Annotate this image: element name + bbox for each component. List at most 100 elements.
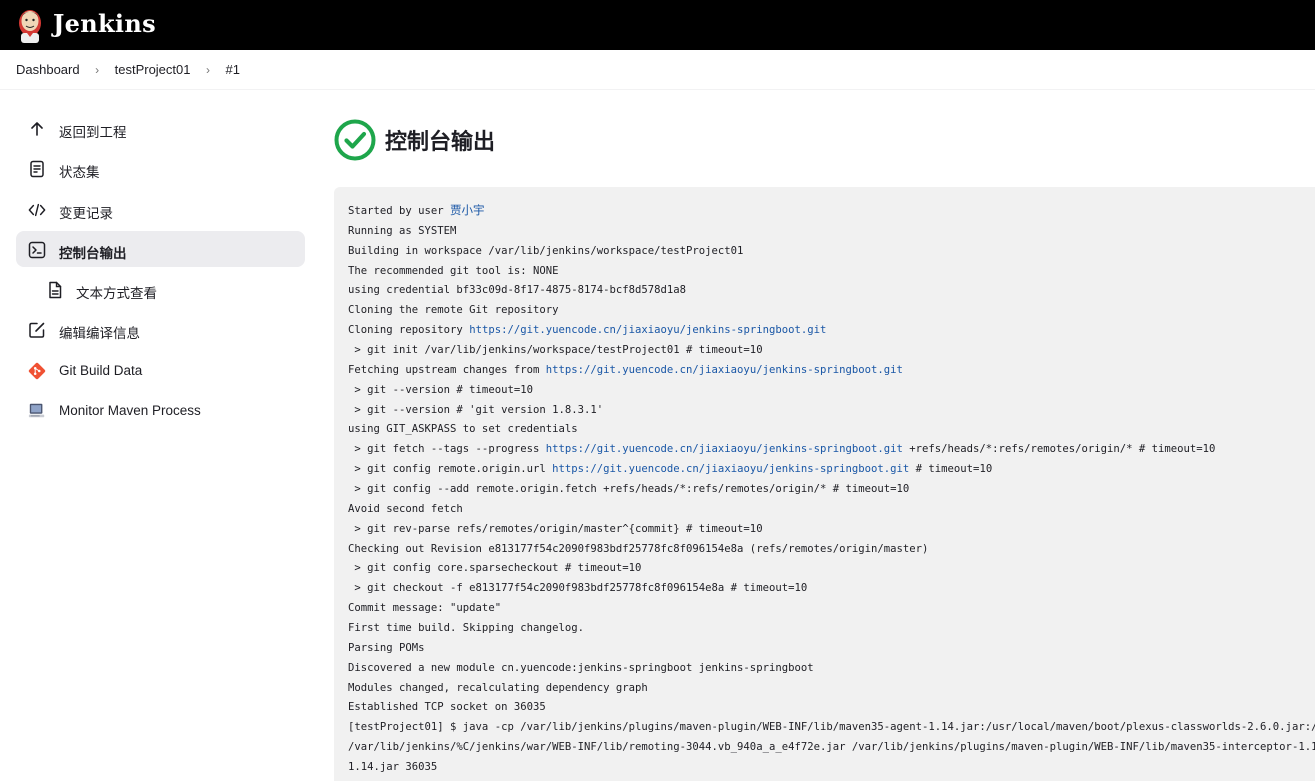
console-text: [testProject01] $ java -cp /var/lib/jenk…	[348, 721, 1315, 734]
sidebar-item-console-output[interactable]: 控制台输出	[16, 230, 305, 267]
console-text: > git fetch --tags --progress	[348, 443, 546, 456]
console-line: Building in workspace /var/lib/jenkins/w…	[348, 242, 1315, 262]
sidebar-item-view-as-plain-text[interactable]: 文本方式查看	[16, 271, 305, 307]
document-icon	[28, 160, 46, 178]
sidebar-item-label: 文本方式查看	[76, 286, 157, 302]
sidebar-item-status[interactable]: 状态集	[16, 150, 305, 186]
sidebar-item-monitor-maven-process[interactable]: Monitor Maven Process	[16, 392, 305, 428]
console-line: [testProject01] $ java -cp /var/lib/jenk…	[348, 718, 1315, 738]
console-text: > git --version # timeout=10	[348, 383, 533, 396]
sidebar-item-back-to-project[interactable]: 返回到工程	[16, 110, 305, 146]
sidebar-item-label: Git Build Data	[59, 362, 143, 378]
console-text: Checking out Revision e813177f54c2090f98…	[348, 542, 929, 555]
console-text: Modules changed, recalculating dependenc…	[348, 681, 648, 694]
success-check-icon	[334, 119, 376, 161]
console-line: > git config remote.origin.url https://g…	[348, 460, 1315, 480]
console-line: > git rev-parse refs/remotes/origin/mast…	[348, 520, 1315, 540]
page-title: 控制台输出	[385, 129, 496, 154]
console-line: First time build. Skipping changelog.	[348, 619, 1315, 639]
console-text: Cloning repository	[348, 324, 470, 337]
sidebar: 返回到工程 状态集 变更记录 控制台输出 文本方式查看 编辑编译信息 Git B…	[16, 110, 305, 432]
console-text: using GIT_ASKPASS to set credentials	[348, 423, 578, 436]
console-line: Modules changed, recalculating dependenc…	[348, 679, 1315, 699]
console-text: Started by user	[348, 205, 451, 217]
console-text: Fetching upstream changes from	[348, 363, 546, 376]
console-text: > git rev-parse refs/remotes/origin/mast…	[348, 522, 763, 535]
console-line: Fetching upstream changes from https://g…	[348, 361, 1315, 381]
console-line: Started by user 贾小宇	[348, 201, 1315, 222]
repository-link[interactable]: https://git.yuencode.cn/jiaxiaoyu/jenkin…	[469, 324, 826, 336]
console-line: The recommended git tool is: NONE	[348, 262, 1315, 282]
console-text: > git --version # 'git version 1.8.3.1'	[348, 403, 604, 416]
page-heading: 控制台输出	[334, 119, 496, 161]
console-text: > git init /var/lib/jenkins/workspace/te…	[348, 344, 763, 357]
console-text: > git config remote.origin.url	[348, 463, 553, 476]
breadcrumb-build[interactable]: #1	[225, 62, 239, 77]
jenkins-logo-icon[interactable]	[16, 7, 44, 43]
repository-link[interactable]: https://git.yuencode.cn/jiaxiaoyu/jenkin…	[546, 364, 903, 376]
file-text-icon	[46, 281, 64, 299]
edit-icon	[28, 321, 46, 339]
sidebar-item-changes[interactable]: 变更记录	[16, 191, 305, 227]
console-line: Discovered a new module cn.yuencode:jenk…	[348, 659, 1315, 679]
console-text: > git config --add remote.origin.fetch +…	[348, 483, 910, 496]
console-text: Cloning the remote Git repository	[348, 304, 559, 317]
sidebar-item-label: 变更记录	[59, 205, 113, 221]
console-text: # timeout=10	[909, 463, 993, 476]
console-line: > git checkout -f e813177f54c2090f983bdf…	[348, 579, 1315, 599]
console-line: > git --version # 'git version 1.8.3.1'	[348, 401, 1315, 421]
console-text: Running as SYSTEM	[348, 224, 457, 237]
console-line: > git config core.sparsecheckout # timeo…	[348, 559, 1315, 579]
console-text: > git checkout -f e813177f54c2090f983bdf…	[348, 582, 808, 595]
breadcrumb-dashboard[interactable]: Dashboard	[16, 62, 80, 77]
console-text: Parsing POMs	[348, 641, 425, 654]
console-text: > git config core.sparsecheckout # timeo…	[348, 562, 642, 575]
breadcrumb-separator-icon: ›	[205, 62, 210, 77]
console-line: Running as SYSTEM	[348, 222, 1315, 242]
console-text: The recommended git tool is: NONE	[348, 264, 559, 277]
console-line: 1.14.jar 36035	[348, 758, 1315, 778]
console-text: First time build. Skipping changelog.	[348, 622, 584, 635]
console-line: > git fetch --tags --progress https://gi…	[348, 440, 1315, 460]
repository-link[interactable]: https://git.yuencode.cn/jiaxiaoyu/jenkin…	[546, 443, 903, 455]
breadcrumb: Dashboard › testProject01 › #1	[0, 50, 1315, 90]
console-text: 1.14.jar 36035	[348, 761, 438, 774]
sidebar-item-edit-build-info[interactable]: 编辑编译信息	[16, 311, 305, 347]
repository-link[interactable]: https://git.yuencode.cn/jiaxiaoyu/jenkin…	[552, 463, 909, 475]
console-line: Established TCP socket on 36035	[348, 698, 1315, 718]
breadcrumb-project[interactable]: testProject01	[115, 62, 191, 77]
console-output: Started by user 贾小宇 Running as SYSTEM Buil…	[334, 187, 1315, 781]
console-line: using credential bf33c09d-8f17-4875-8174…	[348, 281, 1315, 301]
console-line: /var/lib/jenkins/%C/jenkins/war/WEB-INF/…	[348, 738, 1315, 758]
console-text: Building in workspace /var/lib/jenkins/w…	[348, 244, 744, 257]
sidebar-item-label: 控制台输出	[59, 245, 127, 261]
console-text: Discovered a new module cn.yuencode:jenk…	[348, 661, 814, 674]
console-text: Commit message: "update"	[348, 602, 502, 615]
console-line: Avoid second fetch	[348, 500, 1315, 520]
console-line: Commit message: "update"	[348, 599, 1315, 619]
sidebar-item-label: 状态集	[59, 165, 100, 181]
console-line: > git config --add remote.origin.fetch +…	[348, 480, 1315, 500]
console-line: Cloning the remote Git repository	[348, 301, 1315, 321]
console-line: Parsing POMs	[348, 639, 1315, 659]
sidebar-item-label: 返回到工程	[59, 125, 127, 140]
console-text: Established TCP socket on 36035	[348, 701, 546, 714]
breadcrumb-separator-icon: ›	[95, 62, 100, 77]
console-line: using GIT_ASKPASS to set credentials	[348, 420, 1315, 440]
sidebar-item-git-build-data[interactable]: Git Build Data	[16, 352, 305, 388]
console-text: +refs/heads/*:refs/remotes/origin/* # ti…	[902, 443, 1216, 456]
terminal-icon	[28, 241, 46, 259]
code-icon	[28, 201, 46, 219]
arrow-up-icon	[28, 120, 46, 138]
sidebar-item-label: 编辑编译信息	[59, 326, 140, 342]
brand-name[interactable]: Jenkins	[53, 9, 156, 38]
user-link[interactable]: 贾小宇	[450, 203, 485, 217]
console-text: using credential bf33c09d-8f17-4875-8174…	[348, 284, 687, 297]
console-text: Avoid second fetch	[348, 502, 463, 515]
console-line: Checking out Revision e813177f54c2090f98…	[348, 540, 1315, 560]
console-line: Cloning repository https://git.yuencode.…	[348, 321, 1315, 341]
computer-icon	[28, 402, 46, 420]
sidebar-item-label: Monitor Maven Process	[59, 403, 201, 419]
git-icon	[28, 362, 46, 380]
header-bar: Jenkins	[0, 0, 1315, 50]
